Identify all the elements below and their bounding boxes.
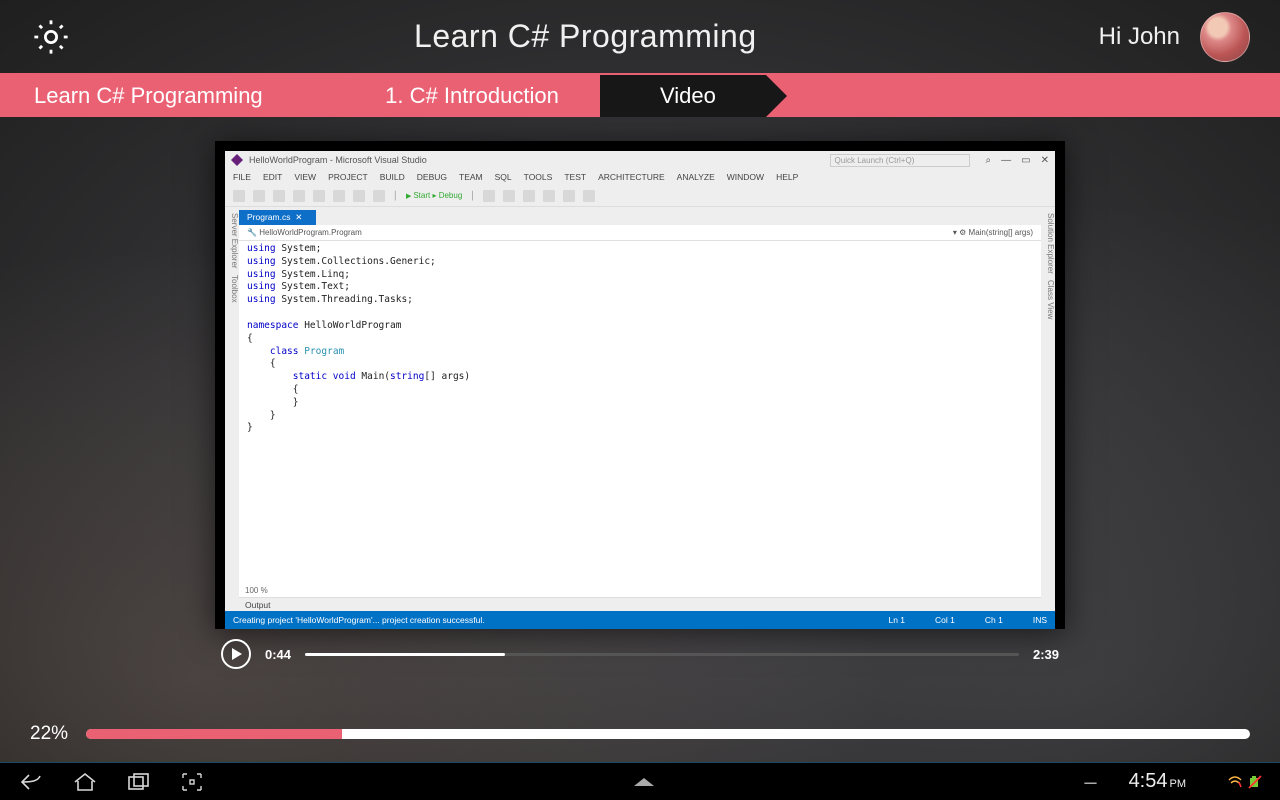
- wifi-icon: [1228, 775, 1242, 789]
- ide-toolbar: │ Start ▸ Debug │: [225, 185, 1055, 207]
- expand-nav-icon[interactable]: [634, 778, 654, 786]
- ide-output-header: Output: [239, 597, 1041, 611]
- quick-launch-input: Quick Launch (Ctrl+Q): [830, 154, 970, 167]
- android-navbar: – 4:54PM: [0, 762, 1280, 800]
- ide-file-tabs: Program.cs ✕: [239, 207, 1041, 225]
- breadcrumb-rest: [766, 75, 1280, 117]
- settings-button[interactable]: [30, 16, 72, 58]
- user-greeting: Hi John: [1099, 23, 1180, 51]
- ide-menubar: FILE EDIT VIEW PROJECT BUILD DEBUG TEAM …: [225, 169, 1055, 185]
- maximize-icon: ▭: [1021, 155, 1030, 166]
- start-debug-button: Start ▸ Debug: [406, 191, 462, 200]
- ide-screenshot: HelloWorldProgram - Microsoft Visual Stu…: [225, 151, 1055, 629]
- home-button[interactable]: [72, 771, 98, 793]
- progress-percent: 22%: [30, 723, 68, 745]
- divider: –: [1084, 769, 1096, 795]
- breadcrumb-chapter[interactable]: 1. C# Introduction: [350, 75, 600, 117]
- play-button[interactable]: [221, 639, 251, 669]
- breadcrumb: Learn C# Programming 1. C# Introduction …: [0, 75, 1280, 117]
- video-controls: 0:44 2:39: [215, 629, 1065, 679]
- total-time: 2:39: [1033, 647, 1059, 662]
- ide-titlebar: HelloWorldProgram - Microsoft Visual Stu…: [225, 151, 1055, 169]
- screenshot-button[interactable]: [180, 771, 204, 793]
- course-progress: 22%: [30, 723, 1250, 745]
- minimize-icon: —: [1001, 155, 1011, 166]
- ide-right-tabs: Solution Explorer Class View: [1041, 207, 1055, 611]
- elapsed-time: 0:44: [265, 647, 291, 662]
- clock[interactable]: 4:54PM: [1129, 770, 1186, 793]
- battery-icon: [1248, 775, 1262, 789]
- code-editor: using System; using System.Collections.G…: [239, 241, 1041, 583]
- close-icon: ✕: [1041, 155, 1049, 166]
- recent-apps-button[interactable]: [126, 771, 152, 793]
- app-title: Learn C# Programming: [72, 18, 1099, 55]
- seek-bar[interactable]: [305, 653, 1019, 656]
- seek-fill: [305, 653, 505, 656]
- ide-zoom: 100 %: [239, 583, 1041, 597]
- video-area: HelloWorldProgram - Microsoft Visual Stu…: [0, 141, 1280, 679]
- ide-nav-crumb: 🔧 HelloWorldProgram.Program ▾ ⚙ Main(str…: [239, 225, 1041, 241]
- progress-fill: [86, 729, 342, 739]
- breadcrumb-section[interactable]: Video: [600, 75, 766, 117]
- ide-left-tabs: Server Explorer Toolbox: [225, 207, 239, 611]
- progress-bar[interactable]: [86, 729, 1250, 739]
- video-frame[interactable]: HelloWorldProgram - Microsoft Visual Stu…: [215, 141, 1065, 629]
- app-header: Learn C# Programming Hi John: [0, 0, 1280, 75]
- visual-studio-icon: [231, 154, 243, 166]
- back-button[interactable]: [18, 771, 44, 793]
- user-avatar[interactable]: [1200, 12, 1250, 62]
- file-tab: Program.cs ✕: [239, 210, 316, 225]
- breadcrumb-course[interactable]: Learn C# Programming: [0, 75, 350, 117]
- status-tray[interactable]: [1228, 775, 1262, 789]
- ide-statusbar: Creating project 'HelloWorldProgram'... …: [225, 611, 1055, 629]
- ide-window-title: HelloWorldProgram - Microsoft Visual Stu…: [249, 155, 824, 165]
- search-icon: ⌕: [986, 155, 992, 166]
- window-buttons: ⌕ — ▭ ✕: [986, 155, 1049, 166]
